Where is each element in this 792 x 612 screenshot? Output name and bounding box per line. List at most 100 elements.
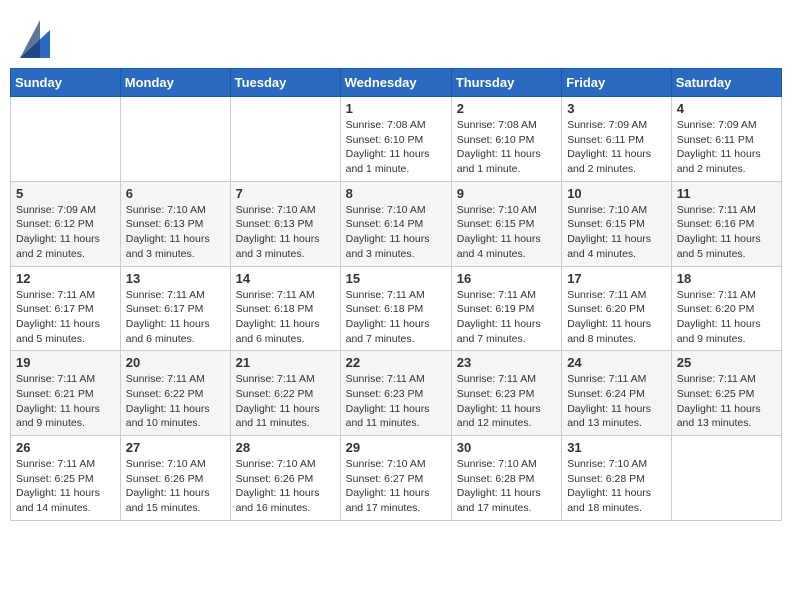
calendar-cell: 6Sunrise: 7:10 AM Sunset: 6:13 PM Daylig… [120,181,230,266]
weekday-header-sunday: Sunday [11,69,121,97]
day-number: 24 [567,355,666,370]
day-number: 10 [567,186,666,201]
calendar-cell: 23 Sunrise: 7:11 AM Sunset: 6:23 PM Dayli… [451,351,561,436]
day-info: Sunrise: 7:10 AM Sunset: 6:13 PM Dayligh… [126,203,225,262]
day-number: 12 [16,271,115,286]
calendar-cell: 1 Sunrise: 7:08 AM Sunset: 6:10 PM Daylig… [340,97,451,182]
calendar-cell: 9Sunrise: 7:10 AM Sunset: 6:15 PM Daylig… [451,181,561,266]
day-number: 15 [346,271,446,286]
calendar-cell [120,97,230,182]
day-number: 19 [16,355,115,370]
day-number: 13 [126,271,225,286]
weekday-header-thursday: Thursday [451,69,561,97]
calendar-cell: 25 Sunrise: 7:11 AM Sunset: 6:25 PM Dayli… [671,351,781,436]
day-info: Sunrise: 7:10 AM Sunset: 6:28 PM Dayligh… [457,457,556,516]
calendar-cell: 10 Sunrise: 7:10 AM Sunset: 6:15 PM Dayli… [562,181,672,266]
day-number: 29 [346,440,446,455]
calendar-week-4: 19 Sunrise: 7:11 AM Sunset: 6:21 PM Dayli… [11,351,782,436]
day-info: Sunrise: 7:11 AM Sunset: 6:22 PM Dayligh… [236,372,335,431]
day-info: Sunrise: 7:09 AM Sunset: 6:11 PM Dayligh… [567,118,666,177]
day-info: Sunrise: 7:10 AM Sunset: 6:28 PM Dayligh… [567,457,666,516]
day-number: 23 [457,355,556,370]
day-info: Sunrise: 7:11 AM Sunset: 6:19 PM Dayligh… [457,288,556,347]
day-info: Sunrise: 7:08 AM Sunset: 6:10 PM Dayligh… [346,118,446,177]
day-number: 31 [567,440,666,455]
calendar-cell: 11 Sunrise: 7:11 AM Sunset: 6:16 PM Dayli… [671,181,781,266]
calendar-cell: 22 Sunrise: 7:11 AM Sunset: 6:23 PM Dayli… [340,351,451,436]
day-info: Sunrise: 7:11 AM Sunset: 6:21 PM Dayligh… [16,372,115,431]
day-number: 28 [236,440,335,455]
calendar-cell: 16 Sunrise: 7:11 AM Sunset: 6:19 PM Dayli… [451,266,561,351]
day-info: Sunrise: 7:11 AM Sunset: 6:23 PM Dayligh… [346,372,446,431]
calendar-cell: 17Sunrise: 7:11 AM Sunset: 6:20 PM Dayli… [562,266,672,351]
calendar-cell: 14Sunrise: 7:11 AM Sunset: 6:18 PM Dayli… [230,266,340,351]
calendar-week-3: 12 Sunrise: 7:11 AM Sunset: 6:17 PM Dayli… [11,266,782,351]
day-info: Sunrise: 7:11 AM Sunset: 6:25 PM Dayligh… [677,372,776,431]
weekday-header-wednesday: Wednesday [340,69,451,97]
calendar-cell: 30 Sunrise: 7:10 AM Sunset: 6:28 PM Dayli… [451,436,561,521]
day-number: 22 [346,355,446,370]
day-info: Sunrise: 7:10 AM Sunset: 6:15 PM Dayligh… [457,203,556,262]
weekday-header-row: SundayMondayTuesdayWednesdayThursdayFrid… [11,69,782,97]
day-info: Sunrise: 7:09 AM Sunset: 6:11 PM Dayligh… [677,118,776,177]
day-number: 20 [126,355,225,370]
calendar-cell: 20 Sunrise: 7:11 AM Sunset: 6:22 PM Dayli… [120,351,230,436]
day-number: 16 [457,271,556,286]
calendar-cell: 31 Sunrise: 7:10 AM Sunset: 6:28 PM Dayli… [562,436,672,521]
calendar-week-1: 1 Sunrise: 7:08 AM Sunset: 6:10 PM Daylig… [11,97,782,182]
day-info: Sunrise: 7:11 AM Sunset: 6:24 PM Dayligh… [567,372,666,431]
day-number: 18 [677,271,776,286]
calendar-cell: 21 Sunrise: 7:11 AM Sunset: 6:22 PM Dayli… [230,351,340,436]
day-number: 1 [346,101,446,116]
day-info: Sunrise: 7:10 AM Sunset: 6:14 PM Dayligh… [346,203,446,262]
logo [20,20,50,58]
calendar-cell: 12 Sunrise: 7:11 AM Sunset: 6:17 PM Dayli… [11,266,121,351]
day-info: Sunrise: 7:10 AM Sunset: 6:26 PM Dayligh… [126,457,225,516]
calendar-cell: 27 Sunrise: 7:10 AM Sunset: 6:26 PM Dayli… [120,436,230,521]
day-info: Sunrise: 7:11 AM Sunset: 6:16 PM Dayligh… [677,203,776,262]
day-number: 30 [457,440,556,455]
calendar-table: SundayMondayTuesdayWednesdayThursdayFrid… [10,68,782,521]
calendar-cell: 28 Sunrise: 7:10 AM Sunset: 6:26 PM Dayli… [230,436,340,521]
weekday-header-saturday: Saturday [671,69,781,97]
day-info: Sunrise: 7:11 AM Sunset: 6:17 PM Dayligh… [16,288,115,347]
day-number: 17 [567,271,666,286]
calendar-cell: 15 Sunrise: 7:11 AM Sunset: 6:18 PM Dayli… [340,266,451,351]
calendar-cell [11,97,121,182]
day-info: Sunrise: 7:11 AM Sunset: 6:25 PM Dayligh… [16,457,115,516]
calendar-cell [230,97,340,182]
calendar-cell: 18 Sunrise: 7:11 AM Sunset: 6:20 PM Dayli… [671,266,781,351]
day-info: Sunrise: 7:10 AM Sunset: 6:15 PM Dayligh… [567,203,666,262]
day-info: Sunrise: 7:11 AM Sunset: 6:20 PM Dayligh… [677,288,776,347]
day-number: 26 [16,440,115,455]
day-info: Sunrise: 7:11 AM Sunset: 6:23 PM Dayligh… [457,372,556,431]
calendar-week-5: 26 Sunrise: 7:11 AM Sunset: 6:25 PM Dayli… [11,436,782,521]
day-info: Sunrise: 7:09 AM Sunset: 6:12 PM Dayligh… [16,203,115,262]
calendar-cell: 4Sunrise: 7:09 AM Sunset: 6:11 PM Daylig… [671,97,781,182]
day-number: 8 [346,186,446,201]
page-header [10,10,782,63]
day-number: 25 [677,355,776,370]
calendar-cell: 26 Sunrise: 7:11 AM Sunset: 6:25 PM Dayli… [11,436,121,521]
day-info: Sunrise: 7:10 AM Sunset: 6:13 PM Dayligh… [236,203,335,262]
day-number: 27 [126,440,225,455]
day-number: 11 [677,186,776,201]
day-info: Sunrise: 7:11 AM Sunset: 6:18 PM Dayligh… [346,288,446,347]
day-info: Sunrise: 7:10 AM Sunset: 6:27 PM Dayligh… [346,457,446,516]
day-info: Sunrise: 7:11 AM Sunset: 6:22 PM Dayligh… [126,372,225,431]
day-number: 21 [236,355,335,370]
calendar-cell: 19 Sunrise: 7:11 AM Sunset: 6:21 PM Dayli… [11,351,121,436]
day-info: Sunrise: 7:10 AM Sunset: 6:26 PM Dayligh… [236,457,335,516]
calendar-cell [671,436,781,521]
calendar-cell: 13 Sunrise: 7:11 AM Sunset: 6:17 PM Dayli… [120,266,230,351]
calendar-cell: 29 Sunrise: 7:10 AM Sunset: 6:27 PM Dayli… [340,436,451,521]
calendar-cell: 2Sunrise: 7:08 AM Sunset: 6:10 PM Daylig… [451,97,561,182]
day-number: 7 [236,186,335,201]
logo-icon [20,20,50,58]
day-info: Sunrise: 7:11 AM Sunset: 6:17 PM Dayligh… [126,288,225,347]
calendar-cell: 8 Sunrise: 7:10 AM Sunset: 6:14 PM Daylig… [340,181,451,266]
day-number: 5 [16,186,115,201]
day-number: 2 [457,101,556,116]
calendar-cell: 24 Sunrise: 7:11 AM Sunset: 6:24 PM Dayli… [562,351,672,436]
calendar-cell: 3Sunrise: 7:09 AM Sunset: 6:11 PM Daylig… [562,97,672,182]
